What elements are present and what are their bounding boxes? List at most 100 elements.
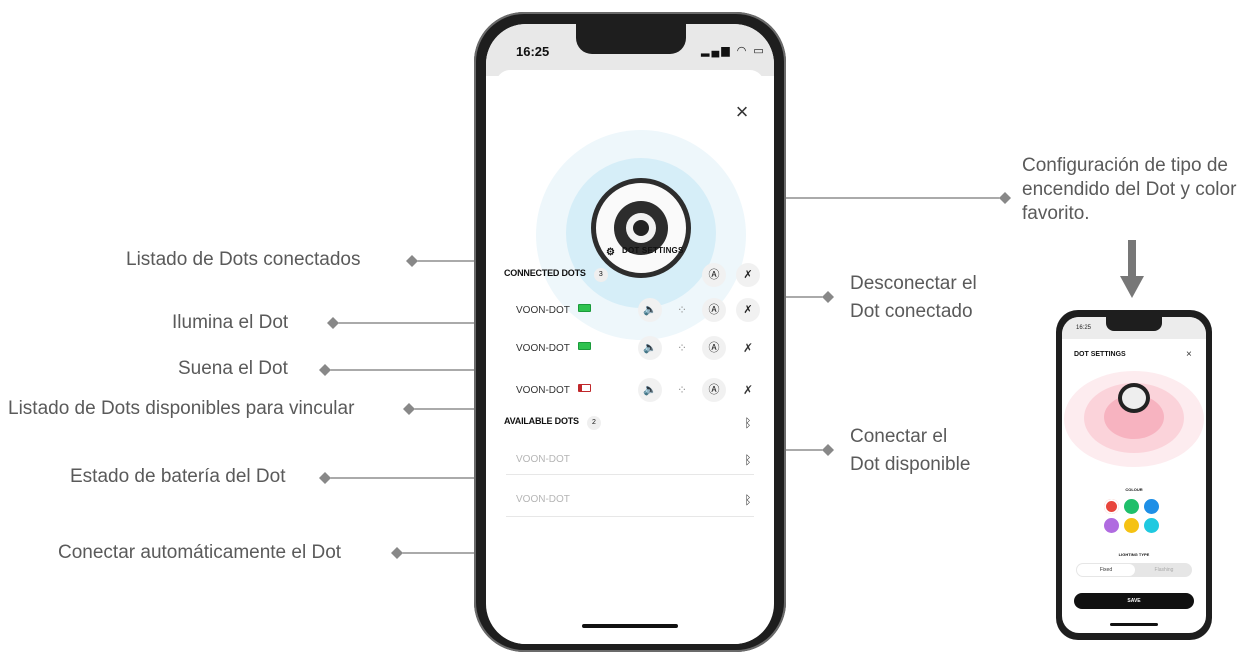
annotation-connected-list: Listado de Dots conectados [126, 249, 361, 270]
connected-dots-title: CONNECTED DOTS 3 [504, 268, 608, 282]
marker-diamond [319, 364, 331, 376]
auto-connect-button[interactable]: Ⓐ [702, 336, 726, 360]
light-icon: ⁘ [676, 341, 688, 355]
bluetooth-icon: ᛒ [744, 493, 752, 507]
marker-diamond [406, 255, 418, 267]
annotation-light-dot: Ilumina el Dot [172, 312, 289, 333]
status-time: 16:25 [516, 44, 550, 59]
annotation-sound-dot: Suena el Dot [178, 358, 288, 379]
battery-low-icon [577, 384, 591, 392]
colour-label: COLOUR [1125, 487, 1143, 492]
dots-sheet: × ⚙ DOT SETTINGS CONNECTED DOTS 3 Ⓐ ✗ VOON… [496, 70, 764, 644]
dot-device-button [633, 220, 649, 236]
connected-dot-name: VOON-DOT [516, 384, 591, 396]
colour-swatch-cyan[interactable] [1144, 518, 1159, 533]
sound-button[interactable]: 🔈 [638, 298, 662, 322]
speaker-icon: 🔈 [643, 341, 657, 354]
sound-button[interactable]: 🔈 [638, 336, 662, 360]
available-dots-title: AVAILABLE DOTS 2 [504, 416, 601, 430]
light-icon: ⁘ [676, 303, 688, 317]
auto-connect-button[interactable]: Ⓐ [702, 298, 726, 322]
auto-connect-button[interactable]: Ⓐ [702, 378, 726, 402]
colour-swatch-blue[interactable] [1144, 499, 1159, 514]
preview-close-button[interactable]: × [1186, 349, 1192, 360]
light-icon: ⁘ [676, 383, 688, 397]
status-bar: 16:25 ▂▄▆ ◠ ▭ [486, 24, 774, 76]
available-count-badge: 2 [586, 416, 601, 430]
bluetooth-off-icon: ✗ [743, 268, 753, 281]
lighting-type-label: LIGHTING TYPE [1118, 552, 1150, 557]
light-button[interactable]: ⁘ [670, 298, 694, 322]
available-dots-label: AVAILABLE DOTS [504, 416, 579, 426]
signal-wifi-battery-icon: ▂▄▆ ◠ ▭ [701, 45, 766, 57]
connected-dots-label: CONNECTED DOTS [504, 268, 586, 278]
bluetooth-off-icon: ✗ [742, 383, 754, 397]
lighting-type-toggle: Fixed Flashing [1076, 563, 1192, 577]
annotation-disconnect-1: Desconectar el [850, 273, 977, 294]
sound-button[interactable]: 🔈 [638, 378, 662, 402]
gear-icon: ⚙ [606, 247, 616, 258]
main-phone: 16:25 ▂▄▆ ◠ ▭ × ⚙ DOT SETTINGS CONNECTED … [474, 12, 786, 652]
auto-connect-icon: Ⓐ [708, 383, 720, 396]
battery-full-icon [577, 304, 591, 312]
speaker-icon: 🔈 [643, 303, 657, 316]
connect-all-button[interactable]: ᛒ [736, 411, 760, 435]
marker-diamond [999, 192, 1011, 204]
light-button[interactable]: ⁘ [670, 336, 694, 360]
auto-connect-all-button[interactable]: Ⓐ [702, 263, 726, 287]
disconnect-all-button[interactable]: ✗ [736, 263, 760, 287]
row-divider [506, 516, 754, 517]
colour-swatch-green[interactable] [1124, 499, 1139, 514]
phone-screen: 16:25 ▂▄▆ ◠ ▭ × ⚙ DOT SETTINGS CONNECTED … [486, 24, 774, 644]
disconnect-button[interactable]: ✗ [736, 336, 760, 360]
colour-swatch-yellow[interactable] [1124, 518, 1139, 533]
row-divider [506, 474, 754, 475]
marker-diamond [822, 291, 834, 303]
notch [576, 24, 686, 54]
annotation-available-list: Listado de Dots disponibles para vincula… [8, 398, 355, 419]
annotation-disconnect-2: Dot conectado [850, 301, 973, 322]
bluetooth-off-icon: ✗ [742, 341, 754, 355]
arrow-shaft [1128, 240, 1136, 280]
marker-diamond [391, 547, 403, 559]
auto-connect-icon: Ⓐ [708, 341, 720, 354]
preview-status-bar: 16:25 [1062, 317, 1206, 339]
connect-button[interactable]: ᛒ [736, 448, 760, 472]
annotation-connect-2: Dot disponible [850, 454, 971, 475]
preview-notch [1106, 317, 1162, 331]
flashing-option[interactable]: Flashing [1136, 564, 1192, 576]
bluetooth-icon: ᛒ [744, 453, 752, 467]
dot-settings-button[interactable]: ⚙ DOT SETTINGS [606, 246, 684, 258]
bluetooth-icon: ᛒ [744, 416, 752, 430]
dot-name: VOON-DOT [516, 385, 570, 396]
speaker-icon: 🔈 [643, 383, 657, 396]
connected-count-badge: 3 [593, 268, 608, 282]
home-indicator [582, 624, 678, 628]
marker-diamond [822, 444, 834, 456]
preview-dot-device-image [1118, 383, 1150, 413]
connected-dot-name: VOON-DOT [516, 342, 591, 354]
preview-title: DOT SETTINGS [1074, 351, 1126, 358]
bluetooth-off-icon: ✗ [743, 303, 753, 316]
disconnect-button[interactable]: ✗ [736, 298, 760, 322]
light-button[interactable]: ⁘ [670, 378, 694, 402]
arrow-down-icon [1120, 276, 1144, 298]
marker-diamond [319, 472, 331, 484]
fixed-option[interactable]: Fixed [1077, 564, 1135, 576]
dot-settings-label: DOT SETTINGS [622, 246, 684, 255]
colour-swatch-red[interactable] [1104, 499, 1119, 514]
connect-button[interactable]: ᛒ [736, 488, 760, 512]
connected-dot-name: VOON-DOT [516, 304, 591, 316]
available-dot-name: VOON-DOT [516, 454, 570, 465]
annotation-auto-connect: Conectar automáticamente el Dot [58, 542, 342, 563]
preview-phone: 16:25 DOT SETTINGS × COLOUR LIGHTING TYP… [1056, 310, 1212, 640]
colour-swatch-purple[interactable] [1104, 518, 1119, 533]
close-button[interactable]: × [728, 98, 756, 126]
preview-screen: 16:25 DOT SETTINGS × COLOUR LIGHTING TYP… [1062, 317, 1206, 633]
battery-full-icon [577, 342, 591, 350]
preview-status-time: 16:25 [1076, 325, 1092, 331]
disconnect-button[interactable]: ✗ [736, 378, 760, 402]
annotation-connect-1: Conectar el [850, 426, 948, 447]
auto-connect-icon: Ⓐ [708, 268, 720, 281]
save-button[interactable]: SAVE [1074, 593, 1194, 609]
